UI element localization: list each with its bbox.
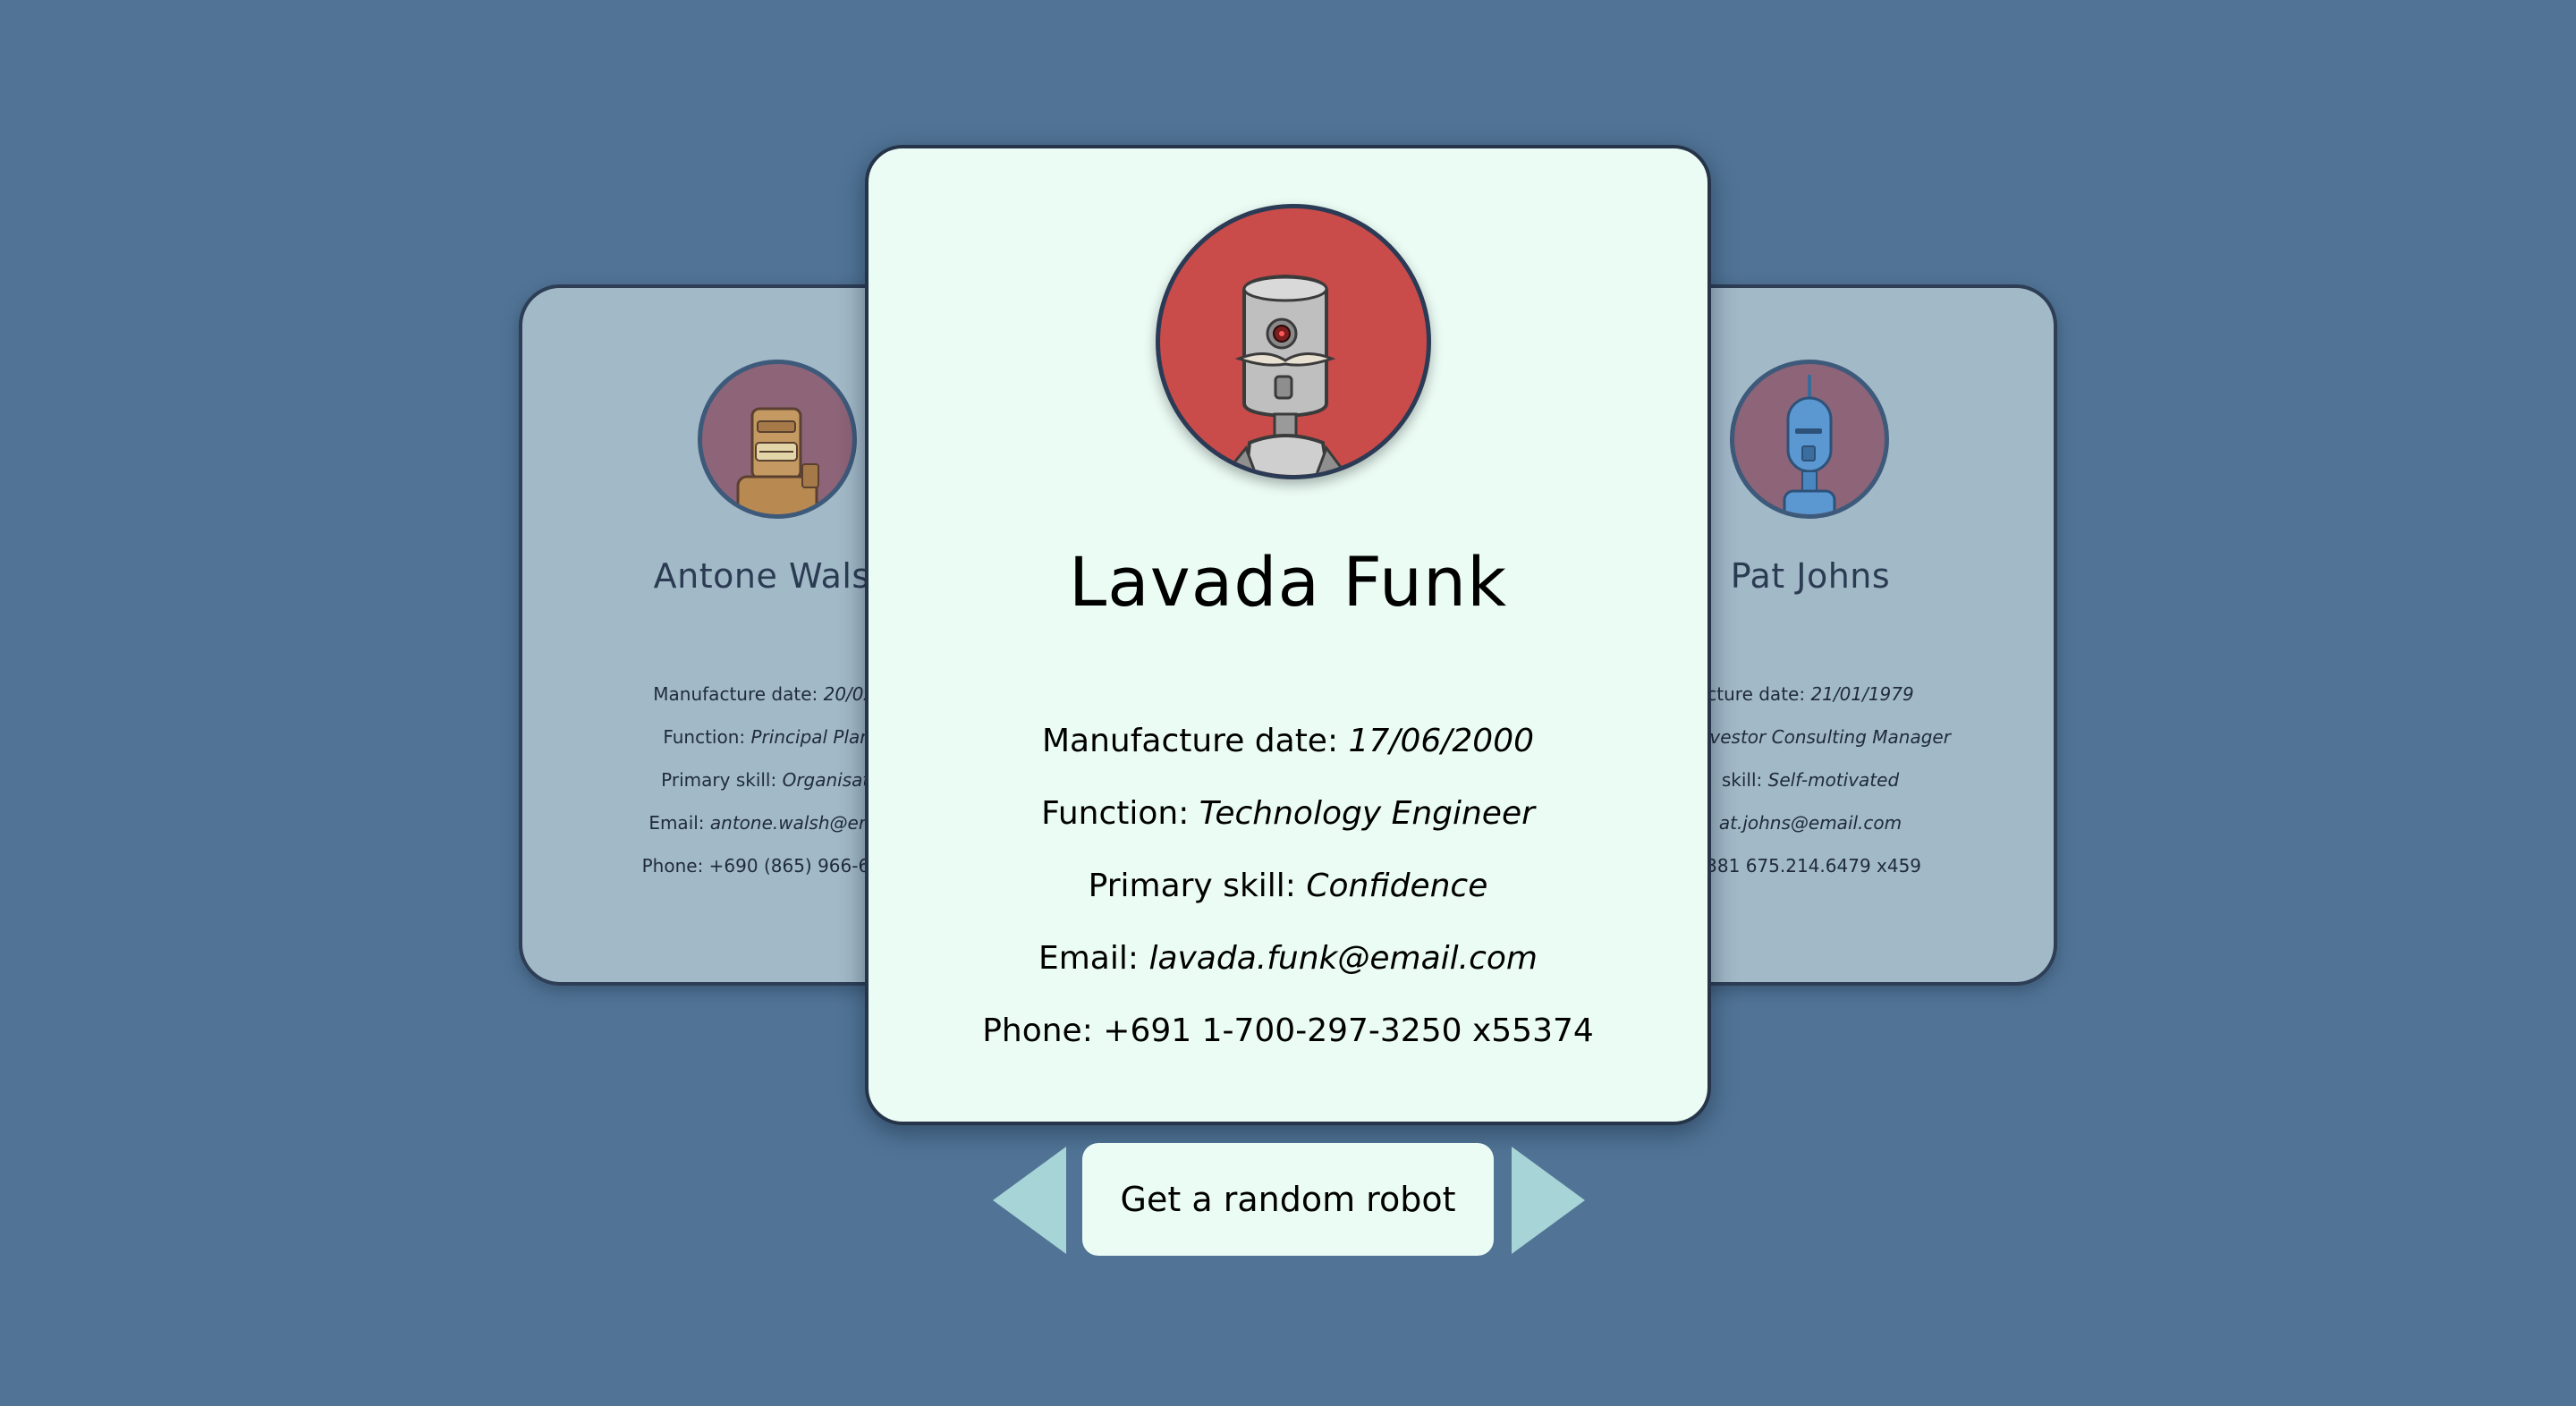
primary-skill-value: Confidence [1306, 868, 1488, 904]
function-label: Function: [663, 726, 751, 748]
function-value: Investor Consulting Manager [1692, 726, 1951, 748]
function-value: Principal Plann [750, 726, 883, 748]
email-value: at.johns@email.com [1718, 812, 1902, 834]
carousel-controls: Get a random robot [0, 1143, 2576, 1258]
function-row: Function: Technology Engineer [869, 777, 1707, 850]
function-label: Function: [1041, 795, 1199, 832]
robot-silver-icon [1222, 274, 1349, 475]
email-row: Email: lavada.funk@email.com [869, 922, 1707, 995]
robot-blue-icon [1783, 375, 1836, 514]
manufacture-date-row: Manufacture date: 17/06/2000 [869, 705, 1707, 777]
function-value: Technology Engineer [1199, 795, 1535, 832]
primary-skill-label: skill: [1721, 769, 1768, 791]
manufacture-date-label: cture date: [1707, 683, 1811, 705]
random-robot-button[interactable]: Get a random robot [1082, 1143, 1494, 1256]
primary-skill-label: Primary skill: [661, 769, 783, 791]
primary-skill-label: Primary skill: [1088, 868, 1307, 904]
email-label: Email: [1038, 940, 1149, 977]
avatar [1156, 204, 1431, 479]
email-value: lavada.funk@email.com [1148, 940, 1538, 977]
robot-card-main: Lavada Funk Manufacture date: 17/06/2000… [865, 145, 1711, 1125]
robot-name: Lavada Funk [1068, 542, 1508, 622]
triangle-left-icon[interactable] [993, 1147, 1066, 1254]
primary-skill-value: Self-motivated [1767, 769, 1900, 791]
email-label: Email: [648, 812, 710, 834]
manufacture-date-value: 21/01/1979 [1810, 683, 1914, 705]
manufacture-date-value: 17/06/2000 [1348, 723, 1535, 759]
robot-details: Manufacture date: 17/06/2000 Function: T… [869, 705, 1707, 1067]
phone-row: Phone: +691 1-700-297-3250 x55374 [982, 1012, 1594, 1049]
robot-bronze-icon [736, 407, 819, 514]
manufacture-date-label: Manufacture date: [653, 683, 824, 705]
triangle-right-icon[interactable] [1512, 1147, 1585, 1254]
avatar [698, 360, 857, 519]
manufacture-date-label: Manufacture date: [1041, 723, 1349, 759]
avatar [1730, 360, 1889, 519]
app-stage: Antone Walsh Manufacture date: 20/02/2 F… [0, 0, 2576, 1406]
primary-skill-row: Primary skill: Confidence [869, 850, 1707, 922]
